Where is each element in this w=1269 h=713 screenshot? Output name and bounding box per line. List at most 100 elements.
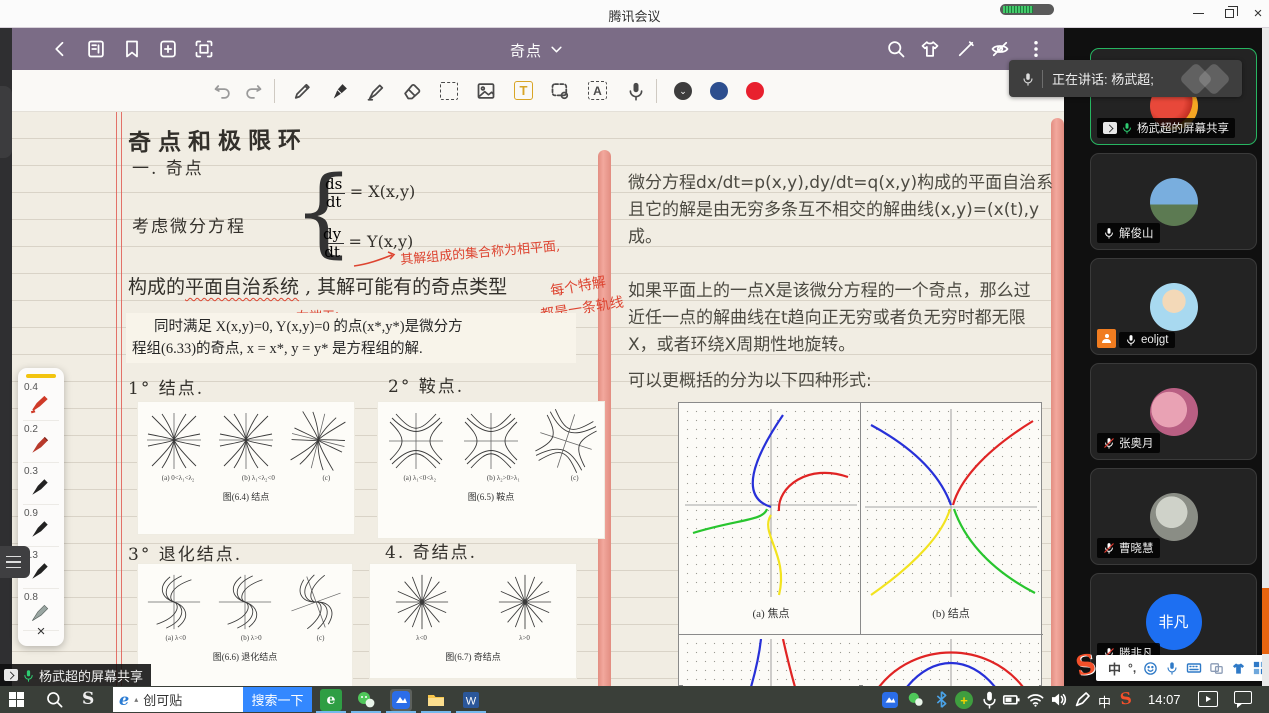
pencil-tool-icon[interactable] bbox=[292, 81, 312, 101]
color-blue-button[interactable] bbox=[710, 82, 728, 100]
avatar bbox=[1150, 493, 1198, 541]
doc-title[interactable]: 奇点 bbox=[510, 40, 542, 61]
pen-tool-icon[interactable] bbox=[330, 81, 350, 101]
star-node-portrait bbox=[496, 572, 554, 632]
back-icon[interactable] bbox=[50, 39, 70, 59]
restore-button[interactable] bbox=[1214, 0, 1244, 27]
close-button[interactable]: × bbox=[1243, 0, 1269, 27]
participant-tile[interactable]: 解俊山 bbox=[1090, 153, 1257, 250]
figure-6-6: (a) λ<0(b) λ>0(c) 图(6.6) 退化结点 bbox=[138, 564, 352, 686]
participant-tile[interactable]: eoljgt bbox=[1090, 258, 1257, 355]
screen-share-label: 杨武超的屏幕共享 bbox=[0, 664, 151, 686]
redo-icon[interactable] bbox=[244, 81, 264, 101]
toolbar-separator bbox=[274, 79, 275, 103]
color-current-button[interactable]: ⌄ bbox=[674, 82, 692, 100]
wechat-icon[interactable] bbox=[355, 689, 377, 711]
volume-icon[interactable] bbox=[1049, 690, 1068, 709]
bluetooth-icon[interactable] bbox=[932, 690, 951, 709]
minimize-button[interactable] bbox=[1183, 0, 1213, 27]
tray-lang-indicator[interactable]: 中 bbox=[1098, 692, 1111, 711]
text-recognition-icon[interactable]: A bbox=[588, 81, 607, 100]
eraser-tool-icon[interactable] bbox=[402, 81, 422, 101]
insert-image-icon[interactable] bbox=[476, 81, 496, 101]
gray-pen[interactable] bbox=[28, 602, 52, 624]
start-button[interactable] bbox=[9, 692, 24, 707]
browser-360-icon[interactable]: e bbox=[320, 689, 342, 711]
window-title: 腾讯会议 bbox=[0, 6, 1269, 25]
mic-icon bbox=[1021, 72, 1035, 86]
video-playback-tray-icon[interactable] bbox=[1198, 691, 1218, 707]
emoji-icon[interactable] bbox=[1143, 661, 1158, 676]
printed-excerpt: 同时满足 X(x,y)=0, Y(x,y)=0 的点(x*,y*)是微分方 程组… bbox=[126, 313, 576, 363]
skin-shirt-icon[interactable] bbox=[1231, 661, 1246, 676]
typed-line: X，或者环绕X周期性地旋转。 bbox=[628, 330, 855, 355]
tray-360-icon[interactable]: + bbox=[955, 691, 973, 709]
file-explorer-icon[interactable] bbox=[425, 689, 447, 711]
keyboard-icon[interactable] bbox=[1186, 660, 1202, 676]
ime-lang-toggle[interactable]: 中 bbox=[1108, 659, 1121, 678]
undo-icon[interactable] bbox=[212, 81, 232, 101]
highlighter-tool-icon[interactable] bbox=[366, 81, 386, 101]
red-marker-pen[interactable] bbox=[28, 392, 52, 414]
tray-mic-icon[interactable] bbox=[980, 690, 999, 709]
ime-punct-toggle[interactable]: °, bbox=[1128, 661, 1136, 675]
figure-caption: 图(6.7) 奇结点 bbox=[445, 650, 501, 663]
screenshot-icon[interactable] bbox=[194, 39, 214, 59]
color-red-button[interactable] bbox=[746, 82, 764, 100]
battery-icon[interactable] bbox=[1002, 690, 1021, 709]
note-side-tab-handle[interactable] bbox=[0, 86, 12, 158]
highlighter-color-bar bbox=[26, 374, 56, 378]
translate-icon[interactable] bbox=[1209, 661, 1224, 676]
outline-icon[interactable] bbox=[86, 39, 106, 59]
mic-on-icon bbox=[1121, 122, 1133, 134]
notifications-icon[interactable] bbox=[1234, 691, 1252, 704]
floating-list-handle[interactable] bbox=[0, 546, 30, 578]
tray-sogou-icon[interactable]: S bbox=[1119, 688, 1133, 708]
hw-sec1: 1° 结点. bbox=[128, 374, 204, 399]
svg-text:W: W bbox=[466, 696, 477, 708]
black-pen[interactable] bbox=[28, 518, 52, 540]
typed-line: 成。 bbox=[628, 222, 662, 247]
hw-consider: 考虑微分方程 bbox=[132, 212, 246, 237]
taskbar-search-icon[interactable] bbox=[45, 690, 64, 709]
participant-tile[interactable]: 曹晓慧 bbox=[1090, 468, 1257, 565]
search-go-button[interactable]: 搜索一下 bbox=[243, 687, 312, 712]
black-pen[interactable] bbox=[28, 560, 52, 582]
tray-wechat-icon[interactable] bbox=[906, 690, 925, 709]
bookmark-icon[interactable] bbox=[122, 39, 142, 59]
hw-line3: 构成的平面自治系统 , 其解可能有的奇点类型 bbox=[128, 272, 507, 299]
background-window-accent bbox=[1262, 588, 1269, 654]
host-badge bbox=[1097, 329, 1116, 348]
participant-name-chip: 张奥月 bbox=[1097, 433, 1160, 453]
taskbar-search-box[interactable]: e ▴ 创可贴 bbox=[113, 687, 243, 712]
sogou-browser-icon[interactable]: S bbox=[82, 689, 94, 709]
select-rect-tool-icon[interactable] bbox=[440, 82, 458, 100]
tencent-meeting-icon[interactable] bbox=[390, 689, 412, 711]
saddle-portrait bbox=[461, 410, 521, 472]
red-pen[interactable] bbox=[28, 434, 52, 456]
lasso-tool-icon[interactable] bbox=[550, 81, 570, 101]
windows-ink-icon[interactable] bbox=[1073, 690, 1092, 709]
edit-pen-icon[interactable] bbox=[956, 39, 976, 59]
more-menu-icon[interactable] bbox=[1026, 39, 1046, 59]
add-page-icon[interactable] bbox=[158, 39, 178, 59]
hide-eye-off-icon[interactable] bbox=[990, 39, 1010, 59]
search-icon[interactable] bbox=[886, 39, 906, 59]
note-page[interactable]: 奇点和极限环 一. 奇点 考虑微分方程 { dsdt = X(x,y) dydt… bbox=[12, 112, 1064, 686]
share-label-text: 杨武超的屏幕共享 bbox=[39, 666, 143, 685]
voice-input-icon[interactable] bbox=[1165, 661, 1179, 675]
chevron-down-icon[interactable] bbox=[550, 43, 563, 56]
tray-meeting-icon[interactable] bbox=[880, 690, 899, 709]
theme-shirt-icon[interactable] bbox=[920, 39, 940, 59]
word-icon[interactable]: W bbox=[460, 689, 482, 711]
participant-name-chip: 杨武超的屏幕共享 bbox=[1097, 118, 1235, 138]
mic-tool-icon[interactable] bbox=[626, 81, 646, 101]
black-pen[interactable] bbox=[28, 476, 52, 498]
participant-tile[interactable]: 张奥月 bbox=[1090, 363, 1257, 460]
ime-toolbar: 中 °, bbox=[1096, 655, 1269, 681]
clock[interactable]: 14:07 bbox=[1148, 692, 1181, 707]
wifi-icon[interactable] bbox=[1026, 690, 1045, 709]
dropdown-caret-icon: ▴ bbox=[134, 695, 138, 704]
close-pen-panel-button[interactable]: × bbox=[18, 623, 64, 640]
text-tool-icon[interactable]: T bbox=[514, 81, 533, 100]
